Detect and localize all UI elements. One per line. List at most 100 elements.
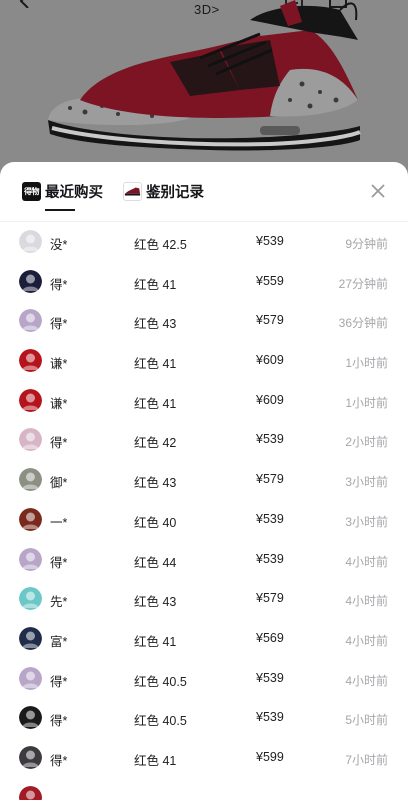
- buyer-name: 先*: [50, 595, 68, 610]
- user-avatar: [19, 706, 42, 730]
- buyer-name: 一*: [50, 515, 68, 530]
- purchase-price: ¥539: [256, 670, 284, 685]
- tab-recent-purchases[interactable]: 得物 最近购买: [22, 179, 103, 203]
- purchase-row: 得* 红色 40.5 ¥539 5小时前: [0, 698, 408, 738]
- buyer-name: 得*: [50, 277, 68, 292]
- size-spec: 红色 42.5: [134, 238, 187, 252]
- size-spec: 红色 43: [134, 317, 177, 332]
- user-avatar: [19, 745, 42, 769]
- purchase-row: 得* 红色 40.5 ¥539 4小时前: [0, 659, 408, 699]
- size-spec: 红色 41: [134, 357, 177, 372]
- buyer-name: 得*: [50, 674, 68, 689]
- user-avatar: [19, 468, 42, 492]
- purchase-price: ¥579: [256, 591, 284, 606]
- size-spec: 红色 43: [134, 595, 177, 610]
- purchase-price: ¥579: [256, 472, 284, 487]
- purchase-row: 一* 红色 40 ¥539 3小时前: [0, 500, 408, 540]
- purchase-time: 36分钟前: [338, 316, 388, 331]
- size-spec: 红色 41: [134, 396, 177, 411]
- purchase-time: 5小时前: [345, 713, 388, 728]
- user-avatar: [19, 507, 42, 531]
- purchase-row: 谦* 红色 41 ¥609 1小时前: [0, 381, 408, 421]
- user-avatar: [19, 785, 42, 800]
- purchase-time: 1小时前: [345, 356, 388, 371]
- size-spec: 红色 41: [134, 634, 177, 649]
- purchase-history-sheet: 得物 最近购买 鉴别记录 没* 红色 42.5 ¥539 9分钟前得* 红色 41 ¥55…: [0, 162, 408, 800]
- buyer-name: 得*: [50, 753, 68, 768]
- product-image-area: 3D>: [0, 0, 408, 172]
- user-avatar: [19, 349, 42, 373]
- active-tab-indicator: [45, 209, 75, 211]
- purchase-row: 得* 红色 43 ¥579 36分钟前: [0, 301, 408, 341]
- purchase-price: ¥599: [256, 749, 284, 764]
- purchase-price: ¥559: [256, 273, 284, 288]
- buyer-name: 得*: [50, 555, 68, 570]
- sneaker-product-image: [48, 0, 361, 151]
- buyer-name: 得*: [50, 714, 68, 729]
- buyer-name: 御*: [50, 476, 68, 491]
- purchase-time: 4小时前: [345, 594, 388, 609]
- back-arrow-icon[interactable]: [18, 0, 32, 8]
- purchase-time: 4小时前: [345, 633, 388, 648]
- purchase-price: ¥539: [256, 432, 284, 447]
- purchase-time: 3小时前: [345, 475, 388, 490]
- buyer-name: 谦*: [50, 357, 68, 372]
- size-spec: 红色 42: [134, 436, 177, 451]
- buyer-name: 没*: [50, 238, 68, 252]
- purchase-price: ¥539: [256, 511, 284, 526]
- user-avatar: [19, 230, 42, 253]
- purchase-time: 3小时前: [345, 514, 388, 529]
- user-avatar: [19, 309, 42, 333]
- size-spec: 红色 44: [134, 555, 177, 570]
- purchase-time: 2小时前: [345, 435, 388, 450]
- tab-recent-purchases-label: 最近购买: [45, 184, 103, 201]
- shoe-thumbnail-icon: [123, 181, 142, 201]
- purchase-price: ¥609: [256, 353, 284, 368]
- purchase-row: 得* 红色 41 ¥559 27分钟前: [0, 262, 408, 302]
- purchase-row: 富* 红色 41 ¥569 4小时前: [0, 619, 408, 659]
- user-avatar: [19, 428, 42, 452]
- buyer-name: 得*: [50, 436, 68, 451]
- size-spec: 红色 40.5: [134, 674, 187, 689]
- purchase-row: 谦* 红色 41 ¥609 1小时前: [0, 341, 408, 381]
- purchase-time: 7小时前: [345, 752, 388, 767]
- tab-authentication-records[interactable]: 鉴别记录: [123, 179, 204, 203]
- purchase-time: 4小时前: [345, 554, 388, 569]
- purchase-row: 得* 红色 42 ¥539 2小时前: [0, 420, 408, 460]
- size-spec: 红色 41: [134, 277, 177, 292]
- purchase-row: [0, 778, 408, 800]
- size-spec: 红色 41: [134, 753, 177, 768]
- purchase-time: 4小时前: [345, 673, 388, 688]
- user-avatar: [19, 587, 42, 611]
- purchase-price: ¥579: [256, 313, 284, 328]
- buyer-name: 得*: [50, 317, 68, 332]
- buyer-name: 富*: [50, 634, 68, 649]
- user-avatar: [19, 666, 42, 690]
- purchase-price: ¥539: [256, 710, 284, 725]
- purchase-row: 先* 红色 43 ¥579 4小时前: [0, 579, 408, 619]
- purchase-time: 1小时前: [345, 395, 388, 410]
- purchase-row: 得* 红色 44 ¥539 4小时前: [0, 540, 408, 580]
- purchase-price: ¥539: [256, 234, 284, 248]
- screen: 3D> 得物 最近购买 鉴别记录 没* 红色 42.5 ¥539 9分钟前 得*…: [0, 0, 408, 800]
- purchase-list[interactable]: 没* 红色 42.5 ¥539 9分钟前 得* 红色 41 ¥559 27分钟前 得* 红色 43…: [0, 222, 408, 800]
- purchase-time: 9分钟前: [345, 237, 388, 251]
- close-icon[interactable]: [369, 182, 387, 200]
- purchase-price: ¥569: [256, 630, 284, 645]
- purchase-price: ¥539: [256, 551, 284, 566]
- purchase-row: 没* 红色 42.5 ¥539 9分钟前: [0, 222, 408, 262]
- user-avatar: [19, 626, 42, 650]
- purchase-price: ¥609: [256, 392, 284, 407]
- purchase-row: 御* 红色 43 ¥579 3小时前: [0, 460, 408, 500]
- size-spec: 红色 40: [134, 515, 177, 530]
- sheet-tab-bar: 得物 最近购买 鉴别记录: [0, 162, 408, 222]
- size-spec: 红色 43: [134, 476, 177, 491]
- buyer-name: 谦*: [50, 396, 68, 411]
- user-avatar: [19, 547, 42, 571]
- tab-authentication-records-label: 鉴别记录: [146, 184, 204, 201]
- size-spec: 红色 40.5: [134, 714, 187, 729]
- poizon-logo-icon: 得物: [22, 181, 41, 201]
- user-avatar: [19, 269, 42, 293]
- purchase-row: 得* 红色 41 ¥599 7小时前: [0, 738, 408, 778]
- purchase-time: 27分钟前: [338, 276, 388, 291]
